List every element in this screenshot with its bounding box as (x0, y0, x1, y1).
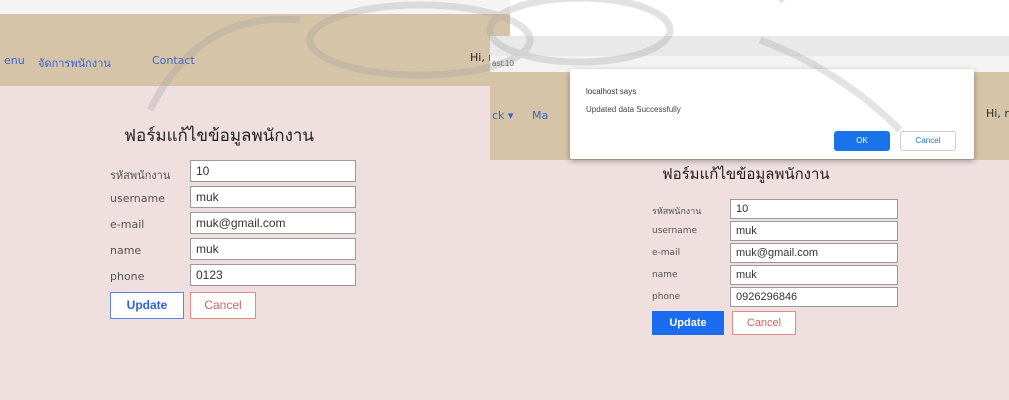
email-input[interactable]: muk@gmail.com (190, 212, 356, 234)
phone-input[interactable]: 0123 (190, 264, 356, 286)
name-input[interactable]: muk (730, 265, 898, 285)
field-label-name: name (110, 244, 142, 257)
field-label-phone: phone (652, 292, 681, 302)
field-label-employee-id: รหัสพนักงาน (110, 169, 171, 182)
left-screenshot: enu จัดการพนักงาน Contact Hi, mu ฟอร์มแก… (0, 0, 510, 400)
update-button[interactable]: Update (652, 311, 724, 335)
dialog-title: localhost says (586, 87, 637, 96)
field-label-email: e-mail (652, 248, 681, 258)
cancel-button[interactable]: Cancel (190, 292, 256, 319)
employee-id-input[interactable]: 10 (190, 160, 356, 182)
nav-dropdown-link[interactable]: ck ▾ (492, 109, 513, 122)
username-input[interactable]: muk (190, 186, 356, 208)
nav-menu-link[interactable]: enu (4, 54, 25, 67)
field-label-username: username (652, 226, 697, 236)
address-text: ast:10 (492, 59, 514, 68)
form-title: ฟอร์มแก้ไขข้อมูลพนักงาน (662, 165, 830, 183)
browser-strip (0, 0, 510, 14)
alert-dialog: localhost says Updated data Successfully… (570, 69, 974, 159)
navbar: enu จัดการพนักงาน Contact Hi, mu (0, 14, 510, 86)
update-button[interactable]: Update (110, 292, 184, 319)
nav-manage-link[interactable]: Ma (532, 109, 548, 122)
nav-employee-manage-link[interactable]: จัดการพนักงาน (38, 54, 111, 72)
employee-id-input[interactable]: 10 (730, 199, 898, 219)
user-greeting: Hi, r (986, 107, 1009, 120)
nav-contact-link[interactable]: Contact (152, 54, 195, 67)
right-screenshot: ast:10 ck ▾ Ma Hi, r localhost says Upda… (490, 36, 1009, 400)
form-title: ฟอร์มแก้ไขข้อมูลพนักงาน (124, 126, 315, 146)
dialog-message: Updated data Successfully (586, 105, 681, 114)
field-label-employee-id: รหัสพนักงาน (652, 207, 702, 217)
username-input[interactable]: muk (730, 221, 898, 241)
field-label-email: e-mail (110, 218, 145, 231)
dialog-cancel-button[interactable]: Cancel (900, 131, 956, 151)
email-input[interactable]: muk@gmail.com (730, 243, 898, 263)
dialog-ok-button[interactable]: OK (834, 131, 890, 151)
cancel-button[interactable]: Cancel (732, 311, 796, 335)
browser-chrome (490, 36, 1009, 57)
name-input[interactable]: muk (190, 238, 356, 260)
field-label-phone: phone (110, 270, 145, 283)
field-label-name: name (652, 270, 678, 280)
phone-input[interactable]: 0926296846 (730, 287, 898, 307)
field-label-username: username (110, 192, 165, 205)
